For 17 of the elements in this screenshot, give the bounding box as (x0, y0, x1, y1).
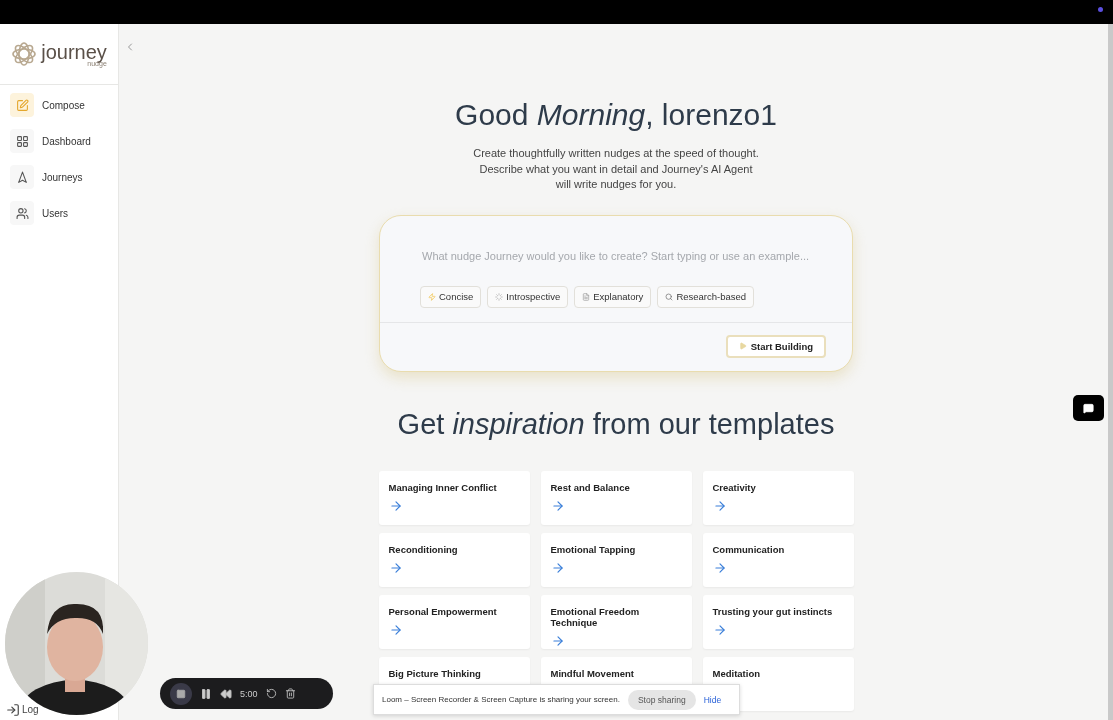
template-title: Communication (712, 543, 786, 555)
template-title: Emotional Freedom Technique (550, 605, 641, 628)
template-title: Meditation (712, 667, 761, 679)
greeting-title: Good Morning, lorenzo1 (455, 98, 777, 132)
template-title: Trusting your gut instincts (712, 605, 834, 617)
template-title: Reconditioning (388, 543, 459, 555)
templates-heading: Get inspiration from our templates (397, 407, 835, 441)
template-title: Rest and Balance (550, 481, 631, 493)
template-title: Creativity (712, 481, 757, 493)
template-title: Big Picture Thinking (388, 667, 482, 679)
template-title: Mindful Movement (550, 667, 635, 679)
template-title: Emotional Tapping (550, 543, 637, 555)
recording-timer: 5:00 (240, 688, 258, 699)
greeting-subtitle: Create thoughtfully written nudges at the speed of thought. Describe what you want in detail and Journey's AI Agent will write nudges for you. (473, 146, 759, 192)
logo-name: journey (41, 41, 107, 62)
template-title: Personal Empowerment (388, 605, 498, 617)
template-title: Managing Inner Conflict (388, 481, 498, 493)
